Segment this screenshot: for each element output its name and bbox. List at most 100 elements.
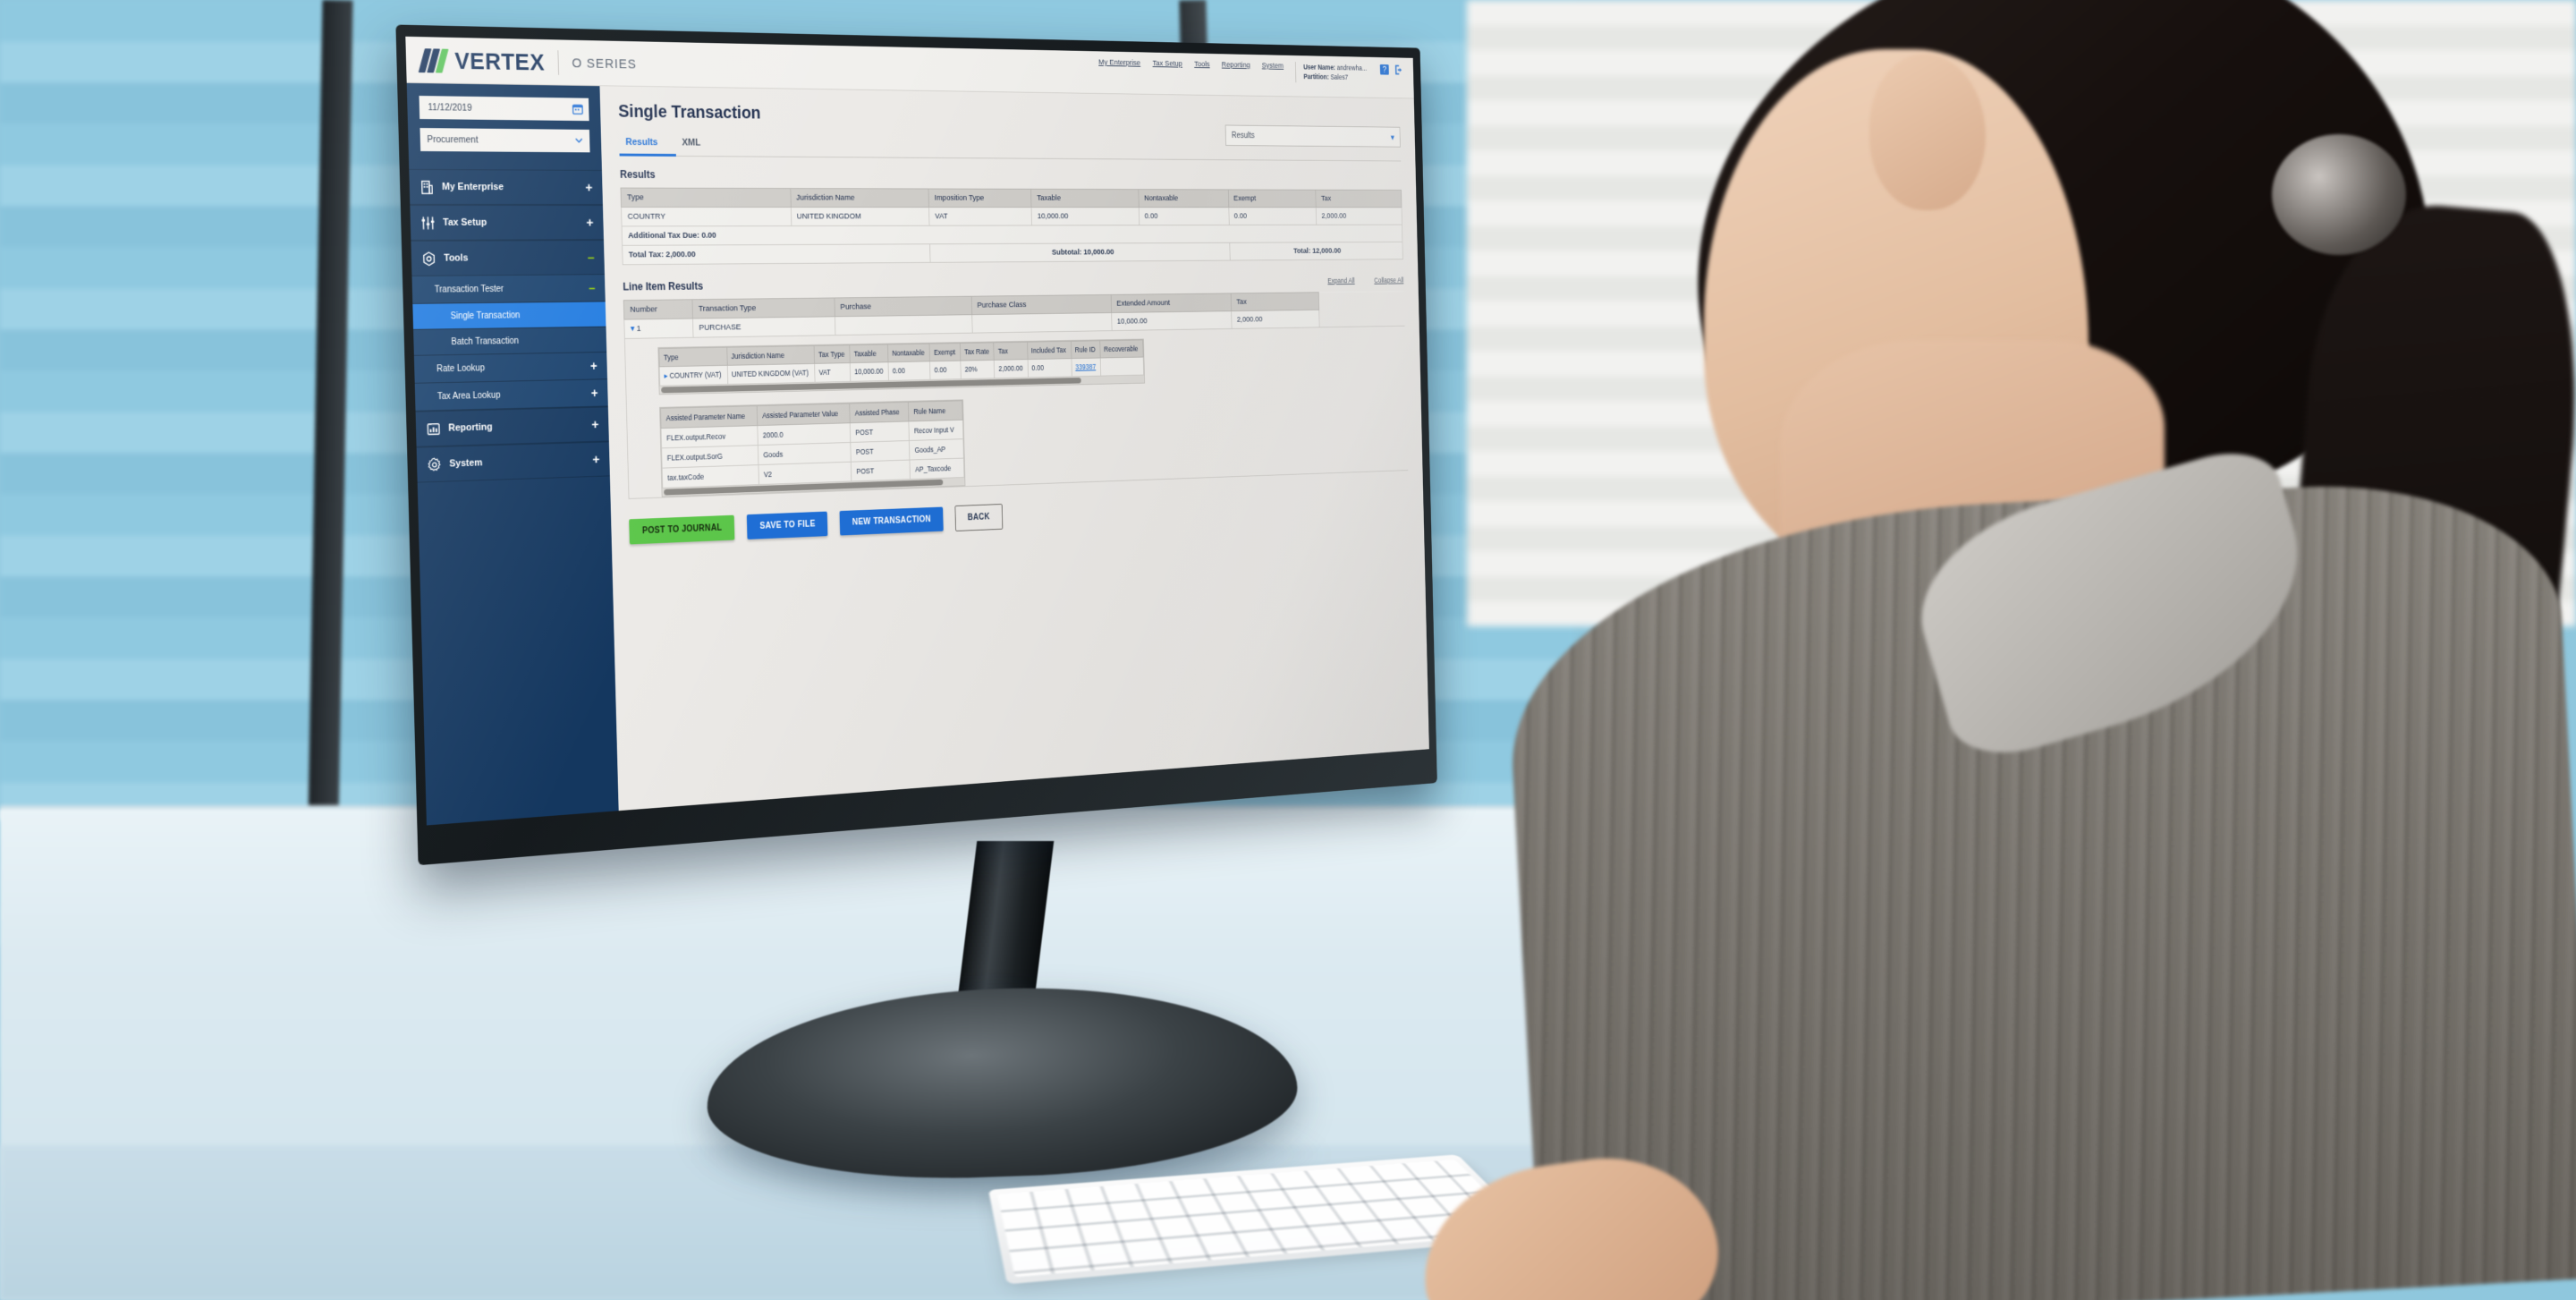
sidebar-toggle-system[interactable]: + bbox=[592, 452, 599, 467]
cell-purchase bbox=[835, 314, 972, 336]
topnav-link-system[interactable]: System bbox=[1262, 61, 1284, 70]
totals-row: Total Tax: 2,000.00 Subtotal: 10,000.00 … bbox=[622, 242, 1403, 265]
date-input[interactable] bbox=[426, 101, 583, 116]
cell-taxable: 10,000.00 bbox=[1031, 207, 1140, 225]
chevron-down-icon[interactable] bbox=[574, 135, 584, 146]
col-type: Type bbox=[620, 188, 792, 208]
sidebar-toggle-my-enterprise[interactable]: + bbox=[585, 180, 592, 195]
cell-tax: 2,000.00 bbox=[1231, 310, 1320, 329]
detail-type-label: COUNTRY (VAT) bbox=[669, 370, 722, 380]
results-header-row: Type Jurisdiction Name Imposition Type T… bbox=[620, 188, 1402, 208]
hexagon-target-icon bbox=[421, 251, 436, 266]
cell-tax-type: VAT bbox=[814, 362, 851, 383]
user-info: User Name: andrewha... Partition: Sales7 bbox=[1303, 62, 1367, 82]
cell-type: COUNTRY bbox=[621, 207, 792, 226]
col-taxable: Taxable bbox=[1030, 189, 1140, 208]
collapse-all-link[interactable]: Collapse All bbox=[1374, 276, 1403, 285]
cell-jurisdiction-name: UNITED KINGDOM (VAT) bbox=[726, 363, 816, 385]
topnav-link-reporting[interactable]: Reporting bbox=[1222, 60, 1250, 70]
sidebar-item-batch-transaction[interactable]: Batch Transaction bbox=[413, 327, 607, 356]
back-button[interactable]: BACK bbox=[954, 504, 1004, 531]
col-assisted-parameter-value: Assisted Parameter Value bbox=[757, 403, 851, 426]
sidebar-item-label: Tools bbox=[444, 252, 469, 264]
user-name-label: User Name: bbox=[1303, 63, 1336, 72]
col-exempt: Exempt bbox=[929, 343, 961, 361]
logout-arrow-icon[interactable] bbox=[1394, 64, 1403, 75]
col-nontaxable: Nontaxable bbox=[1139, 189, 1229, 208]
results-heading: Results bbox=[619, 168, 656, 181]
sidebar-item-my-enterprise[interactable]: My Enterprise + bbox=[409, 168, 603, 206]
cell-exempt: 0.00 bbox=[929, 361, 962, 380]
col-tax-type: Tax Type bbox=[814, 344, 851, 364]
sidebar-item-tax-setup[interactable]: Tax Setup + bbox=[410, 204, 604, 241]
brand-product: O SERIES bbox=[572, 55, 637, 72]
caret-down-icon[interactable]: ▾ bbox=[631, 324, 635, 334]
sidebar-toggle-tax-area-lookup[interactable]: + bbox=[591, 386, 598, 400]
sidebar-item-label: Reporting bbox=[448, 421, 493, 434]
chevron-down-icon[interactable]: ▾ bbox=[1391, 132, 1394, 142]
sidebar-toggle-tools[interactable]: – bbox=[588, 250, 595, 265]
new-transaction-button[interactable]: NEW TRANSACTION bbox=[839, 506, 944, 536]
view-select-value: Results bbox=[1231, 131, 1255, 140]
topnav-link-tools[interactable]: Tools bbox=[1194, 60, 1210, 69]
sidebar-item-tools[interactable]: Tools – bbox=[411, 240, 605, 276]
col-purchase-class: Purchase Class bbox=[970, 294, 1112, 315]
topnav-divider bbox=[1294, 62, 1297, 83]
line-item-results-heading: Line Item Results bbox=[623, 279, 704, 293]
cell-type[interactable]: ▸ COUNTRY (VAT) bbox=[659, 365, 728, 387]
cell-assisted-phase: POST bbox=[851, 460, 911, 481]
col-tax: Tax bbox=[994, 342, 1028, 361]
sidebar-item-single-transaction[interactable]: Single Transaction bbox=[412, 302, 606, 330]
col-number: Number bbox=[623, 299, 693, 320]
caret-right-icon[interactable]: ▸ bbox=[664, 371, 667, 380]
save-to-file-button[interactable]: SAVE TO FILE bbox=[747, 511, 828, 540]
assisted-parameters-table: Assisted Parameter Name Assisted Paramet… bbox=[660, 400, 964, 489]
sidebar-subitem-label: Rate Lookup bbox=[436, 362, 486, 374]
cell-included-tax: 0.00 bbox=[1027, 358, 1072, 378]
calendar-icon[interactable] bbox=[572, 103, 583, 115]
office-photo-scene: VERTEX O SERIES My Enterprise Tax Setup … bbox=[0, 0, 2576, 1300]
view-select[interactable]: Results ▾ bbox=[1224, 124, 1401, 148]
cell-recoverable bbox=[1100, 357, 1144, 377]
svg-text:?: ? bbox=[1383, 66, 1387, 75]
cell-tax: 2,000.00 bbox=[1316, 207, 1402, 225]
sidebar-toggle-transaction-tester[interactable]: – bbox=[589, 281, 596, 295]
sidebar-subitem-label: Tax Area Lookup bbox=[436, 390, 501, 402]
sidebar-item-reporting[interactable]: Reporting + bbox=[415, 406, 609, 447]
sidebar-item-rate-lookup[interactable]: Rate Lookup + bbox=[413, 352, 608, 384]
line-number: 1 bbox=[636, 324, 641, 334]
cell-number[interactable]: ▾ 1 bbox=[623, 319, 694, 339]
scope-select[interactable]: Procurement bbox=[419, 128, 590, 153]
topnav-link-my-enterprise[interactable]: My Enterprise bbox=[1098, 58, 1140, 68]
post-to-journal-button[interactable]: POST TO JOURNAL bbox=[629, 514, 735, 545]
col-tax-rate: Tax Rate bbox=[960, 342, 995, 361]
rule-id-link[interactable]: 339387 bbox=[1075, 362, 1096, 371]
topnav-link-tax-setup[interactable]: Tax Setup bbox=[1152, 59, 1182, 69]
line-item-detail-row: Type Jurisdiction Name Tax Type Taxable … bbox=[624, 326, 1409, 499]
cell-rule-id[interactable]: 339387 bbox=[1071, 358, 1101, 377]
subtotal: Subtotal: 10,000.00 bbox=[929, 242, 1231, 263]
sidebar-item-transaction-tester[interactable]: Transaction Tester – bbox=[411, 275, 606, 304]
sidebar-subitem-label: Batch Transaction bbox=[451, 336, 520, 347]
monitor: VERTEX O SERIES My Enterprise Tax Setup … bbox=[395, 24, 1437, 866]
sidebar-toggle-reporting[interactable]: + bbox=[591, 417, 598, 432]
help-question-icon[interactable]: ? bbox=[1379, 64, 1389, 75]
date-field[interactable] bbox=[419, 96, 589, 122]
main-content: Single Transaction Results XML Results ▾… bbox=[599, 86, 1429, 811]
scope-select-value: Procurement bbox=[427, 134, 479, 146]
col-assisted-phase: Assisted Phase bbox=[849, 402, 910, 423]
gear-icon bbox=[427, 456, 442, 472]
sidebar-toggle-rate-lookup[interactable]: + bbox=[590, 359, 597, 373]
sidebar-toggle-tax-setup[interactable]: + bbox=[586, 215, 593, 230]
tab-results[interactable]: Results bbox=[618, 132, 676, 157]
top-navigation: My Enterprise Tax Setup Tools Reporting … bbox=[1098, 58, 1404, 85]
col-tax: Tax bbox=[1316, 190, 1402, 208]
col-imposition-type: Imposition Type bbox=[928, 189, 1032, 208]
monitor-display: VERTEX O SERIES My Enterprise Tax Setup … bbox=[405, 36, 1429, 826]
tab-xml[interactable]: XML bbox=[675, 133, 718, 156]
cell-extended-amount: 10,000.00 bbox=[1111, 310, 1233, 331]
hair-tie bbox=[2272, 134, 2406, 255]
expand-all-link[interactable]: Expand All bbox=[1327, 276, 1354, 285]
col-rule-name: Rule Name bbox=[908, 400, 963, 421]
building-icon bbox=[419, 179, 435, 194]
